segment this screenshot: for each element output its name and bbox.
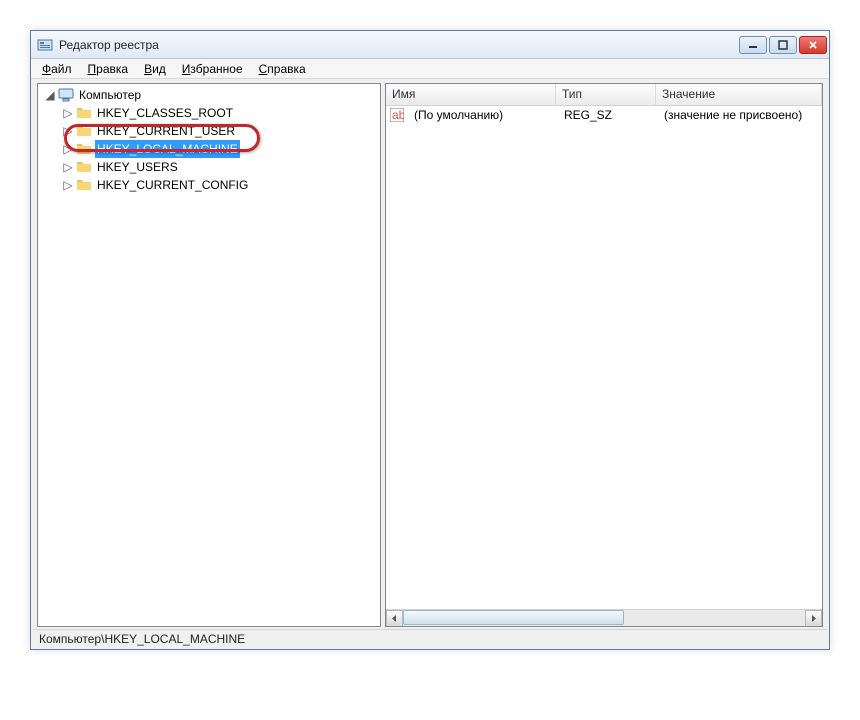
status-path: Компьютер\HKEY_LOCAL_MACHINE (39, 632, 245, 646)
horizontal-scrollbar[interactable] (386, 609, 822, 626)
scroll-track[interactable] (403, 610, 805, 626)
scroll-right-button[interactable] (805, 610, 822, 627)
minimize-button[interactable] (739, 36, 767, 54)
menu-file[interactable]: Файл (35, 61, 79, 77)
expand-icon[interactable]: ▷ (62, 143, 74, 155)
scroll-thumb[interactable] (403, 610, 624, 625)
list-row[interactable]: ab (По умолчанию) REG_SZ (значение не пр… (386, 106, 822, 124)
list-body[interactable]: ab (По умолчанию) REG_SZ (значение не пр… (386, 106, 822, 609)
maximize-button[interactable] (769, 36, 797, 54)
column-header-value[interactable]: Значение (656, 84, 822, 105)
statusbar: Компьютер\HKEY_LOCAL_MACHINE (33, 629, 827, 647)
scroll-left-button[interactable] (386, 610, 403, 627)
folder-icon (76, 141, 92, 157)
tree-root-label: Компьютер (77, 86, 143, 104)
expand-icon[interactable]: ▷ (62, 107, 74, 119)
expand-icon[interactable]: ▷ (62, 125, 74, 137)
column-header-name[interactable]: Имя (386, 84, 556, 105)
window-title: Редактор реестра (59, 38, 737, 52)
folder-icon (76, 159, 92, 175)
regedit-icon (37, 37, 53, 53)
string-value-icon: ab (390, 108, 404, 122)
menu-view[interactable]: Вид (137, 61, 173, 77)
list-pane: Имя Тип Значение ab (По умолчанию) REG_S… (385, 83, 823, 627)
tree-item-hkcu[interactable]: ▷ HKEY_CURRENT_USER (62, 122, 380, 140)
cell-type: REG_SZ (558, 108, 658, 122)
computer-icon (58, 87, 74, 103)
folder-icon (76, 105, 92, 121)
tree-item-hkcc[interactable]: ▷ HKEY_CURRENT_CONFIG (62, 176, 380, 194)
cell-name: (По умолчанию) (408, 108, 558, 122)
svg-text:ab: ab (392, 108, 404, 122)
tree-item-hklm[interactable]: ▷ HKEY_LOCAL_MACHINE (62, 140, 380, 158)
window-buttons (737, 36, 827, 54)
tree-item-hkcr[interactable]: ▷ HKEY_CLASSES_ROOT (62, 104, 380, 122)
tree-pane[interactable]: ◢ Компьютер ▷ HKEY_CLASSES_ROOT ▷ HKEY_C… (37, 83, 381, 627)
expand-icon[interactable]: ▷ (62, 161, 74, 173)
client-area: ◢ Компьютер ▷ HKEY_CLASSES_ROOT ▷ HKEY_C… (37, 83, 823, 627)
menu-help[interactable]: Справка (252, 61, 313, 77)
registry-editor-window: Редактор реестра Файл Правка Вид Избранн… (30, 30, 830, 650)
close-button[interactable] (799, 36, 827, 54)
column-header-type[interactable]: Тип (556, 84, 656, 105)
folder-icon (76, 123, 92, 139)
tree-item-hku[interactable]: ▷ HKEY_USERS (62, 158, 380, 176)
menu-edit[interactable]: Правка (81, 61, 136, 77)
list-header: Имя Тип Значение (386, 84, 822, 106)
collapse-icon[interactable]: ◢ (44, 89, 56, 101)
folder-icon (76, 177, 92, 193)
menu-favorites[interactable]: Избранное (175, 61, 250, 77)
cell-value: (значение не присвоено) (658, 108, 822, 122)
titlebar[interactable]: Редактор реестра (31, 31, 829, 59)
expand-icon[interactable]: ▷ (62, 179, 74, 191)
menubar: Файл Правка Вид Избранное Справка (31, 59, 829, 79)
tree-root-computer[interactable]: ◢ Компьютер (44, 86, 380, 104)
